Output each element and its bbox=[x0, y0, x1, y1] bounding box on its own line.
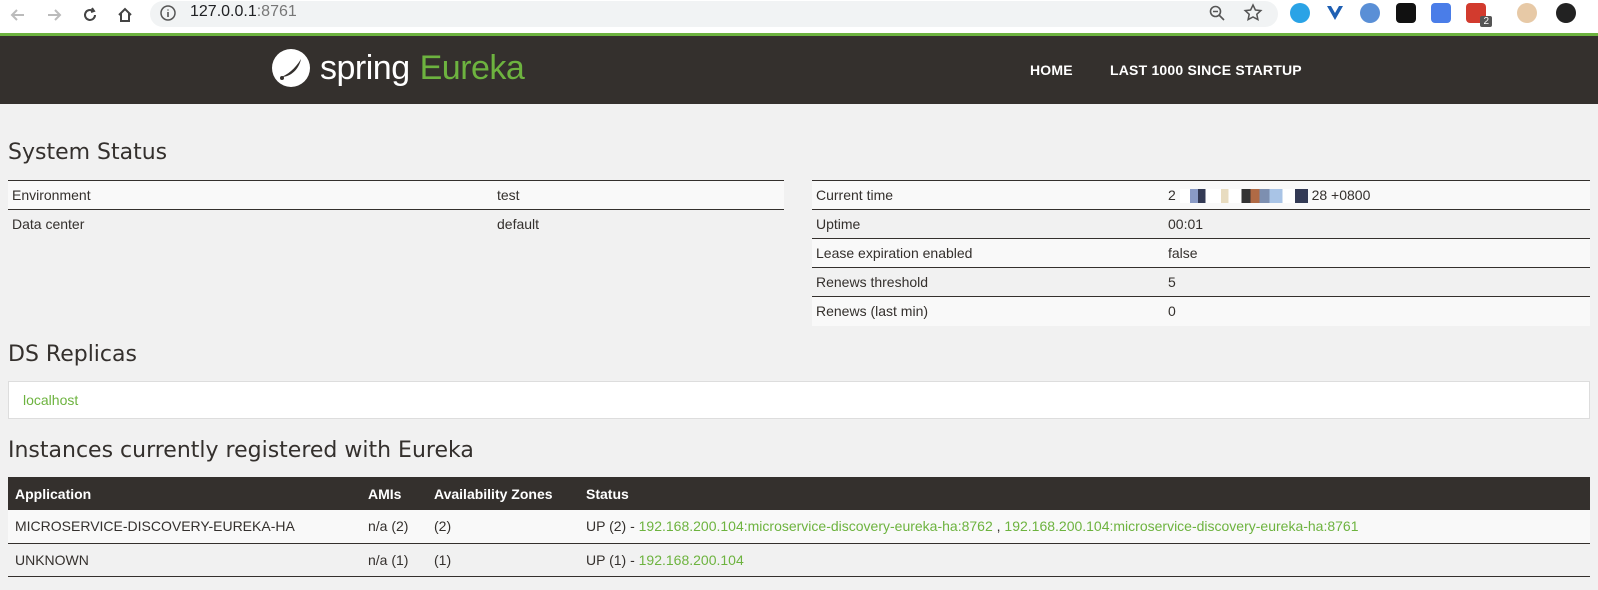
forward-arrow-icon[interactable] bbox=[42, 3, 66, 27]
status-value: 0 bbox=[1164, 296, 1590, 326]
link-separator: , bbox=[992, 518, 1005, 535]
instance-link[interactable]: 192.168.200.104:microservice-discovery-e… bbox=[639, 518, 993, 534]
table-row: Renews (last min) 0 bbox=[812, 296, 1590, 326]
status-label: Environment bbox=[8, 180, 493, 210]
col-availability-zones: Availability Zones bbox=[427, 477, 579, 510]
menu-icon[interactable] bbox=[1556, 3, 1576, 23]
status-label: Data center bbox=[8, 209, 493, 239]
reload-icon[interactable] bbox=[78, 3, 102, 27]
current-time-suffix: 28 +0800 bbox=[1311, 186, 1371, 203]
amis-value: n/a (1) bbox=[361, 543, 427, 577]
bookmark-star-icon[interactable] bbox=[1243, 3, 1263, 28]
info-icon[interactable] bbox=[160, 5, 176, 26]
nav-last-1000-link[interactable]: LAST 1000 SINCE STARTUP bbox=[1110, 62, 1302, 78]
address-bar[interactable] bbox=[150, 1, 1278, 27]
status-value: 00:01 bbox=[1164, 209, 1590, 239]
status-label: Uptime bbox=[812, 209, 1164, 239]
status-text: UP (2) - bbox=[586, 518, 639, 535]
status-label: Current time bbox=[812, 180, 1164, 210]
status-label: Lease expiration enabled bbox=[812, 238, 1164, 268]
application-name: MICROSERVICE-DISCOVERY-EUREKA-HA bbox=[8, 510, 361, 544]
logo-eureka-text: Eureka bbox=[419, 48, 525, 87]
status-value: test bbox=[493, 180, 784, 210]
status-value: default bbox=[493, 209, 784, 239]
table-row: Data center default bbox=[8, 209, 784, 239]
col-amis: AMIs bbox=[361, 477, 427, 510]
col-status: Status bbox=[579, 477, 1590, 510]
instances-table: Application AMIs Availability Zones Stat… bbox=[8, 477, 1590, 577]
zones-value: (1) bbox=[427, 543, 579, 577]
col-application: Application bbox=[8, 477, 361, 510]
avatar[interactable] bbox=[1517, 3, 1537, 23]
instance-link[interactable]: 192.168.200.104:microservice-discovery-e… bbox=[1004, 518, 1358, 534]
system-status-right-table: Current time 2 28 +0800 Uptime 00:01 Lea… bbox=[812, 180, 1590, 326]
mail-extension-icon[interactable]: 2 bbox=[1466, 3, 1492, 27]
application-name: UNKNOWN bbox=[8, 543, 361, 577]
nav-home-link[interactable]: HOME bbox=[1030, 62, 1073, 78]
instances-title: Instances currently registered with Eure… bbox=[8, 438, 474, 463]
home-icon[interactable] bbox=[113, 3, 137, 27]
status-text: UP (1) - bbox=[586, 551, 639, 568]
vue-extension-icon[interactable] bbox=[1325, 3, 1345, 23]
table-row: Environment test bbox=[8, 180, 784, 210]
table-row: MICROSERVICE-DISCOVERY-EUREKA-HA n/a (2)… bbox=[8, 510, 1590, 544]
ds-replicas-title: DS Replicas bbox=[8, 342, 137, 367]
spring-eureka-logo[interactable]: spring Eureka bbox=[270, 46, 525, 90]
sync-extension-icon[interactable] bbox=[1290, 3, 1310, 23]
table-row: Lease expiration enabled false bbox=[812, 238, 1590, 268]
status-cell: UP (2) - 192.168.200.104:microservice-di… bbox=[579, 510, 1590, 544]
status-cell: UP (1) - 192.168.200.104 bbox=[579, 543, 1590, 577]
url-text[interactable]: 127.0.0.1:8761 bbox=[190, 3, 297, 21]
table-row: Uptime 00:01 bbox=[812, 209, 1590, 239]
extension-badge: 2 bbox=[1480, 16, 1492, 27]
status-value: 5 bbox=[1164, 267, 1590, 297]
glasses-extension-icon[interactable] bbox=[1396, 3, 1416, 23]
zoom-icon[interactable] bbox=[1208, 4, 1226, 27]
replica-link-localhost[interactable]: localhost bbox=[23, 392, 78, 408]
replicas-list: localhost bbox=[8, 381, 1590, 419]
browser-toolbar: 127.0.0.1:8761 2 bbox=[0, 0, 1598, 33]
table-row: Current time 2 28 +0800 bbox=[812, 180, 1590, 210]
table-row: Renews threshold 5 bbox=[812, 267, 1590, 297]
current-time-prefix: 2 bbox=[1168, 186, 1176, 203]
logo-spring-text: spring bbox=[320, 48, 410, 87]
status-label: Renews threshold bbox=[812, 267, 1164, 297]
back-arrow-icon[interactable] bbox=[6, 3, 30, 27]
table-header-row: Application AMIs Availability Zones Stat… bbox=[8, 477, 1590, 510]
table-row: UNKNOWN n/a (1) (1) UP (1) - 192.168.200… bbox=[8, 543, 1590, 577]
status-value: false bbox=[1164, 238, 1590, 268]
eureka-navbar: spring Eureka HOME LAST 1000 SINCE START… bbox=[0, 36, 1598, 104]
s-extension-icon[interactable] bbox=[1360, 3, 1380, 23]
zones-value: (2) bbox=[427, 510, 579, 544]
translate-extension-icon[interactable] bbox=[1431, 3, 1451, 23]
status-label: Renews (last min) bbox=[812, 296, 1164, 326]
instance-link[interactable]: 192.168.200.104 bbox=[639, 552, 744, 568]
redacted-block bbox=[1179, 189, 1308, 204]
system-status-title: System Status bbox=[8, 140, 168, 165]
current-time-value: 2 28 +0800 bbox=[1164, 180, 1590, 210]
spring-leaf-icon bbox=[272, 49, 310, 87]
system-status-left-table: Environment test Data center default bbox=[8, 180, 784, 239]
amis-value: n/a (2) bbox=[361, 510, 427, 544]
